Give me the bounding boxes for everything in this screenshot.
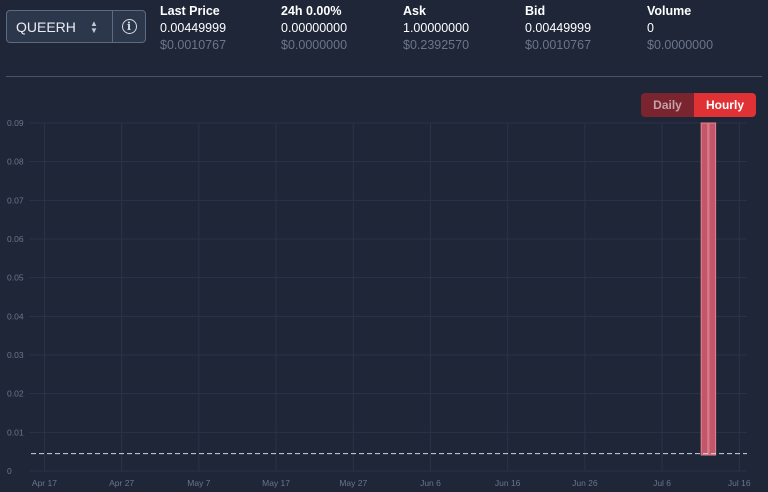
y-tick-label: 0.03 (7, 350, 24, 360)
price-chart[interactable]: 0 0.01 0.02 0.03 0.04 0.05 0.06 0.07 0.08 0.09 Apr… (0, 0, 768, 492)
x-tick-label: Jun 6 (420, 478, 441, 488)
y-tick-label: 0.05 (7, 273, 24, 283)
x-tick-label: Apr 27 (109, 478, 134, 488)
x-tick-label: May 17 (262, 478, 290, 488)
y-tick-label: 0.08 (7, 157, 24, 167)
x-tick-label: Jun 16 (495, 478, 521, 488)
x-tick-label: May 27 (339, 478, 367, 488)
y-tick-label: 0.04 (7, 311, 24, 321)
y-tick-label: 0.07 (7, 195, 24, 205)
x-tick-label: Jun 26 (572, 478, 598, 488)
price-bar (708, 122, 717, 456)
y-tick-label: 0.02 (7, 389, 24, 399)
y-tick-label: 0.09 (7, 118, 24, 128)
x-tick-label: Apr 17 (32, 478, 57, 488)
price-bar (700, 122, 709, 456)
y-tick-label: 0 (7, 466, 12, 476)
x-tick-label: Jul 16 (728, 478, 751, 488)
y-tick-label: 0.01 (7, 427, 24, 437)
x-tick-label: May 7 (187, 478, 210, 488)
x-tick-label: Jul 6 (653, 478, 671, 488)
y-tick-label: 0.06 (7, 234, 24, 244)
